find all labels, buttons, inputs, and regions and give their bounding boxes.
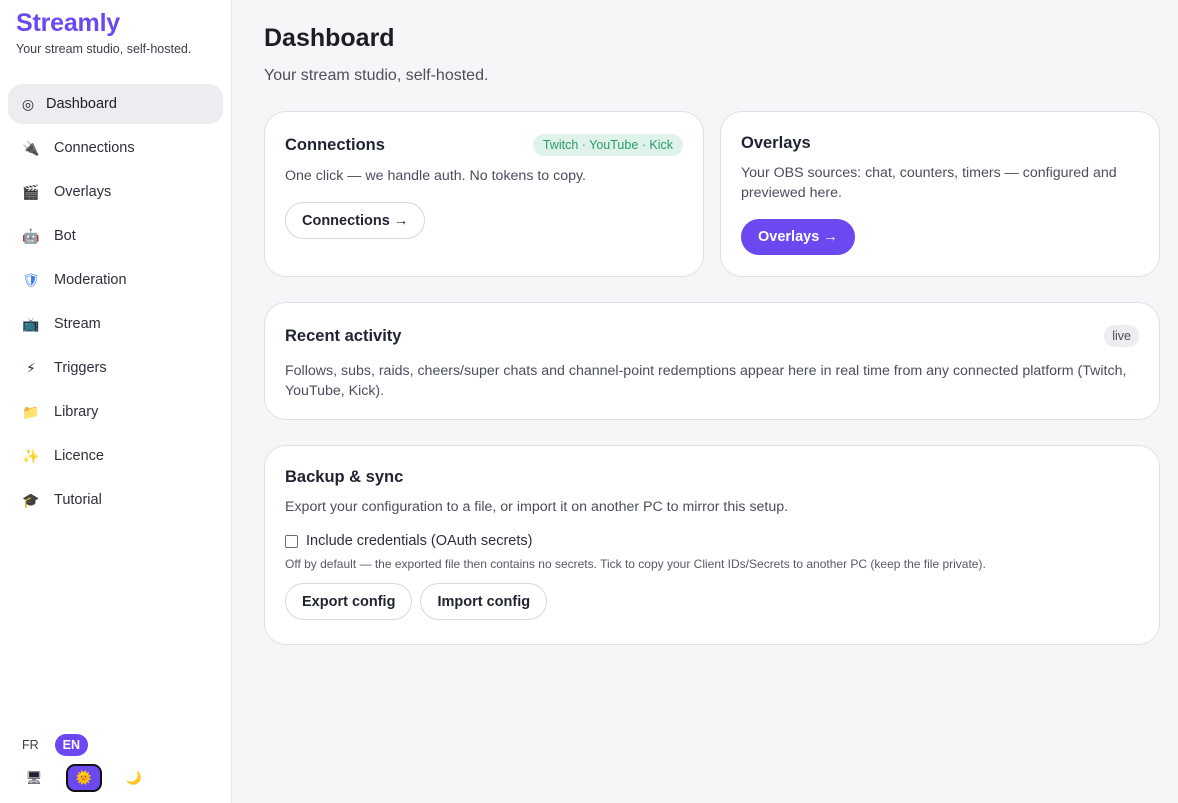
include-credentials-checkbox[interactable] — [285, 534, 298, 548]
backup-sync-title: Backup & sync — [285, 468, 404, 486]
lightning-icon: ⚡ — [26, 359, 36, 376]
recent-activity-card: Recent activity live Follows, subs, raid… — [264, 302, 1160, 420]
sidebar-item-stream[interactable]: 📺 Stream — [8, 304, 223, 344]
sidebar-item-label: Stream — [54, 316, 101, 332]
live-badge: live — [1104, 325, 1139, 347]
backup-sync-text: Export your configuration to a file, or … — [285, 499, 789, 515]
connections-card: Connections Twitch · YouTube · Kick One … — [264, 111, 704, 277]
sidebar-footer: FR EN 🖥 🌞 🌙 — [16, 734, 152, 792]
folder-icon: 📁 — [22, 403, 40, 420]
overlays-card-title: Overlays — [741, 134, 811, 152]
sidebar-item-label: Library — [54, 404, 99, 420]
plug-icon: 🔌 — [22, 139, 40, 156]
shield-icon: 🛡 — [22, 271, 40, 288]
sidebar-nav: ◎ Dashboard 🔌 Connections 🎬 Overlays 🤖 B… — [0, 84, 231, 520]
language-en[interactable]: EN — [54, 734, 89, 756]
main-content: Dashboard Your stream studio, self-hoste… — [232, 0, 1178, 803]
app: Streamly Your stream studio, self-hosted… — [0, 0, 1178, 803]
sidebar-item-bot[interactable]: 🤖 Bot — [8, 216, 223, 256]
sidebar-item-label: Bot — [54, 228, 76, 244]
import-config-button[interactable]: Import config — [420, 583, 548, 620]
overlays-card: Overlays Your OBS sources: chat, counter… — [720, 111, 1160, 277]
brand: Streamly Your stream studio, self-hosted… — [0, 10, 231, 56]
connections-card-title: Connections — [285, 135, 385, 154]
include-credentials-label: Include credentials (OAuth secrets) — [306, 533, 533, 549]
stream-icon: 📺 — [22, 315, 40, 332]
overlays-card-text: Your OBS sources: chat, counters, timers… — [741, 165, 1117, 201]
sidebar-item-label: Tutorial — [54, 492, 102, 508]
recent-activity-title: Recent activity — [285, 326, 402, 345]
sidebar-item-label: Overlays — [54, 184, 112, 200]
clapperboard-icon: 🎬 — [22, 183, 40, 200]
sidebar-item-label: Triggers — [54, 360, 107, 376]
sidebar-item-moderation[interactable]: 🛡 Moderation — [8, 260, 223, 300]
credentials-hint: Off by default — the exported file then … — [285, 557, 986, 571]
brand-name[interactable]: Streamly — [16, 10, 215, 36]
brand-tagline: Your stream studio, self-hosted. — [16, 42, 192, 56]
sidebar-item-overlays[interactable]: 🎬 Overlays — [8, 172, 223, 212]
sidebar: Streamly Your stream studio, self-hosted… — [0, 0, 232, 803]
export-config-button[interactable]: Export config — [285, 583, 413, 620]
robot-icon: 🤖 — [22, 227, 40, 244]
graduation-cap-icon: 🎓 — [22, 491, 40, 508]
monitor-icon[interactable]: 🖥 — [16, 764, 52, 792]
language-switcher: FR EN — [16, 734, 152, 756]
recent-activity-text: Follows, subs, raids, cheers/super chats… — [285, 363, 1127, 399]
page-title: Dashboard — [264, 24, 395, 52]
connections-button[interactable]: Connections → — [285, 202, 426, 239]
backup-sync-card: Backup & sync Export your configuration … — [264, 445, 1160, 645]
top-cards: Connections Twitch · YouTube · Kick One … — [264, 111, 1160, 277]
connections-card-text: One click — we handle auth. No tokens to… — [285, 168, 586, 184]
dashboard-icon: ◎ — [21, 95, 35, 112]
language-fr[interactable]: FR — [16, 734, 45, 756]
sidebar-item-label: Connections — [54, 140, 135, 156]
platforms-badge: Twitch · YouTube · Kick — [532, 134, 683, 156]
sparkles-icon: ✨ — [22, 447, 40, 464]
sidebar-item-connections[interactable]: 🔌 Connections — [8, 128, 223, 168]
sidebar-item-tutorial[interactable]: 🎓 Tutorial — [8, 480, 223, 520]
sidebar-item-licence[interactable]: ✨ Licence — [8, 436, 223, 476]
sun-icon[interactable]: 🌞 — [66, 764, 102, 792]
include-credentials-row[interactable]: Include credentials (OAuth secrets) — [285, 533, 1139, 549]
overlays-button[interactable]: Overlays → — [741, 219, 855, 255]
sidebar-item-triggers[interactable]: ⚡ Triggers — [8, 348, 223, 388]
moon-icon[interactable]: 🌙 — [116, 764, 152, 792]
page-subtitle: Your stream studio, self-hosted. — [264, 67, 489, 84]
theme-switcher: 🖥 🌞 🌙 — [16, 764, 152, 792]
sidebar-item-dashboard[interactable]: ◎ Dashboard — [8, 84, 223, 124]
sidebar-item-label: Licence — [54, 448, 104, 464]
sidebar-item-label: Dashboard — [46, 96, 117, 112]
sidebar-item-library[interactable]: 📁 Library — [8, 392, 223, 432]
sidebar-item-label: Moderation — [54, 272, 127, 288]
